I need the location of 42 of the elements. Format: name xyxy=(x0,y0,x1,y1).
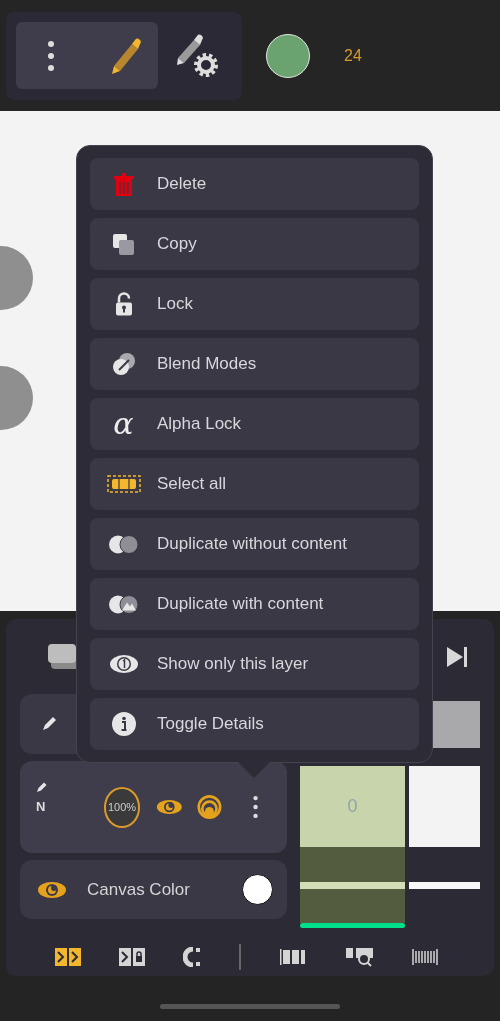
menu-item[interactable]: Copy xyxy=(90,218,419,270)
brush-size: 24 xyxy=(344,46,362,65)
canvas-color-row[interactable]: Canvas Color xyxy=(20,860,287,919)
menu-item[interactable]: Lock xyxy=(90,278,419,330)
rings-icon[interactable] xyxy=(197,793,222,821)
magnet-icon[interactable] xyxy=(183,947,202,967)
timeline-bar xyxy=(409,881,480,889)
more-icon[interactable] xyxy=(251,793,259,821)
opacity-button[interactable]: 100% xyxy=(103,786,141,828)
frames-dense-icon[interactable] xyxy=(411,948,440,966)
overlapping-circles-icon xyxy=(108,534,139,554)
circle-mountain-icon xyxy=(108,594,139,614)
menu-item[interactable]: Blend Modes xyxy=(90,338,419,390)
menu-item[interactable]: Select all xyxy=(90,458,419,510)
frame-lock-icon[interactable] xyxy=(119,948,146,966)
menu-item[interactable]: Toggle Details xyxy=(90,698,419,750)
frame-number: 0 xyxy=(347,796,358,817)
menu-item[interactable]: Show only this layer xyxy=(90,638,419,690)
alpha-icon: α xyxy=(113,409,134,439)
canvas-color-swatch[interactable] xyxy=(242,874,273,905)
info-icon xyxy=(111,712,136,736)
frame-thumbnail[interactable] xyxy=(409,766,480,847)
pencil-icon xyxy=(36,781,48,793)
color-swatch[interactable] xyxy=(266,33,310,78)
blend-mode-label: N xyxy=(36,799,46,814)
frames-spread-icon[interactable] xyxy=(279,948,308,966)
trash-icon xyxy=(113,172,134,196)
copy-icon xyxy=(113,233,134,255)
menu-item[interactable]: α Alpha Lock xyxy=(90,398,419,450)
layer-card[interactable]: N 100% xyxy=(20,761,287,853)
canvas-color-label: Canvas Color xyxy=(87,879,191,900)
blend-icon xyxy=(112,353,135,375)
menu-item[interactable]: Duplicate without content xyxy=(90,518,419,570)
select-all-icon xyxy=(106,475,141,493)
menu-item[interactable]: Delete xyxy=(90,158,419,210)
menu-item[interactable]: Duplicate with content xyxy=(90,578,419,630)
brush-tool-button[interactable] xyxy=(16,22,158,89)
frame-search-icon[interactable] xyxy=(345,947,374,967)
unlocked-icon xyxy=(115,292,132,316)
frames-icon[interactable] xyxy=(55,948,81,966)
eye-icon xyxy=(109,655,138,673)
pencil-icon xyxy=(40,715,58,733)
